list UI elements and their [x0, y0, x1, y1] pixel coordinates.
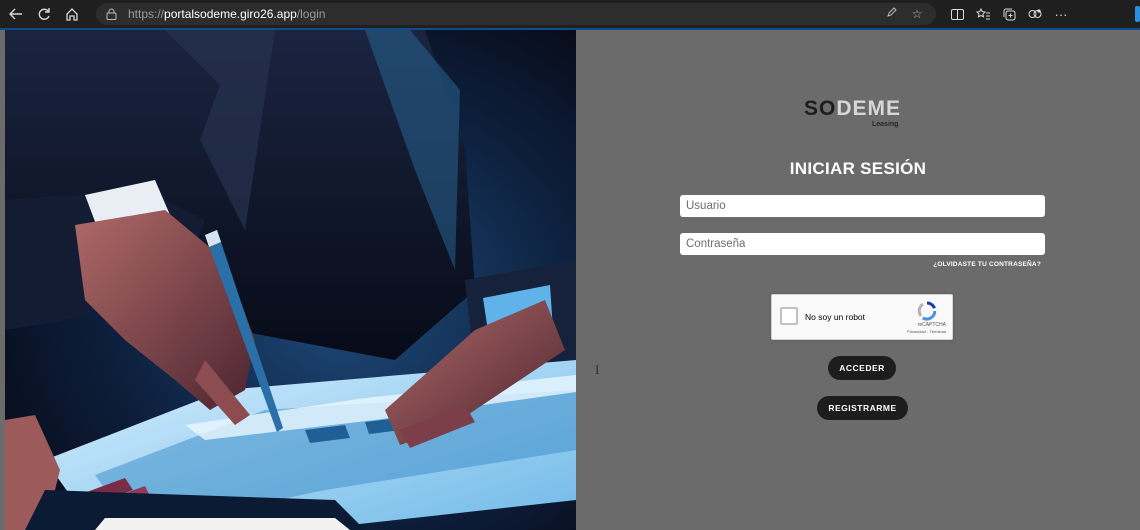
favorites-icon[interactable]: [970, 2, 996, 26]
text-cursor-icon: I: [595, 362, 600, 377]
page-title: INICIAR SESIÓN: [789, 159, 927, 178]
split-screen-icon[interactable]: [944, 2, 970, 26]
collections-icon[interactable]: [996, 2, 1022, 26]
address-bar[interactable]: https:// portalsodeme.giro26.app /login …: [96, 3, 936, 25]
url-path: /login: [296, 7, 326, 21]
recaptcha-links[interactable]: Privacidad - Términos: [907, 329, 946, 334]
sidebar-toggle-icon[interactable]: [1135, 6, 1140, 22]
forgot-password-link[interactable]: ¿OLVIDASTE TU CONTRASEÑA?: [933, 261, 1041, 268]
sodeme-logo: SODEME Leasing: [804, 97, 914, 133]
logo-subtitle: Leasing: [872, 121, 899, 128]
recaptcha-widget: No soy un robot reCAPTCHA Privacidad - T…: [771, 294, 953, 340]
password-input[interactable]: [680, 233, 1045, 255]
register-button[interactable]: REGISTRARME: [817, 396, 908, 420]
refresh-icon[interactable]: [32, 2, 56, 26]
logo-text-light: DEME: [836, 97, 902, 120]
copilot-icon[interactable]: [1022, 2, 1048, 26]
star-icon[interactable]: ☆: [908, 7, 926, 21]
recaptcha-label: No soy un robot: [805, 312, 866, 322]
url-scheme: https://: [128, 7, 165, 21]
username-input[interactable]: [680, 195, 1045, 217]
more-icon[interactable]: ···: [1048, 2, 1074, 26]
browser-toolbar: https:// portalsodeme.giro26.app /login …: [0, 0, 1140, 30]
url-host: portalsodeme.giro26.app: [164, 7, 297, 21]
logo-text-dark: SO: [804, 97, 837, 120]
recaptcha-icon: [917, 301, 937, 321]
lock-icon[interactable]: [106, 7, 120, 21]
back-arrow-icon[interactable]: [4, 2, 28, 26]
read-aloud-icon[interactable]: [882, 7, 900, 21]
recaptcha-checkbox[interactable]: [780, 307, 798, 325]
login-button[interactable]: ACCEDER: [828, 356, 896, 380]
home-icon[interactable]: [60, 2, 84, 26]
login-panel: SODEME Leasing INICIAR SESIÓN ¿OLVIDASTE…: [576, 30, 1140, 530]
hero-photo: [5, 30, 576, 530]
recaptcha-brand: reCAPTCHA: [917, 322, 946, 328]
